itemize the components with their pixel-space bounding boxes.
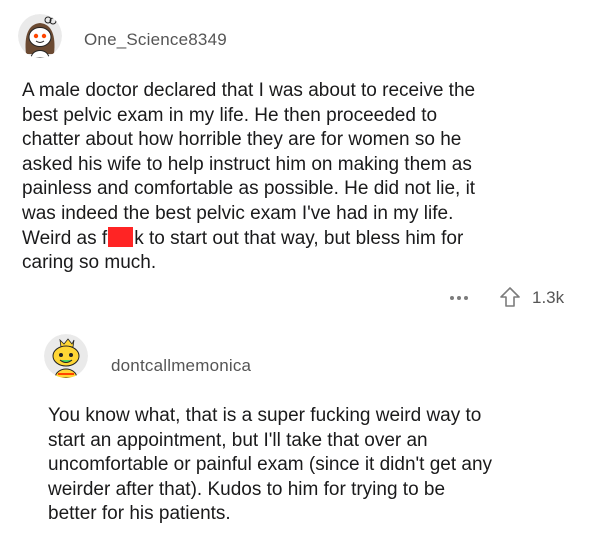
reply-user-avatar[interactable] xyxy=(44,334,88,378)
reply-username[interactable]: dontcallmemonica xyxy=(111,356,251,376)
more-options-button[interactable] xyxy=(447,287,471,307)
reply-body: You know what, that is a super fucking w… xyxy=(48,404,588,527)
censor-block xyxy=(108,226,134,247)
comment-line: best pelvic exam in my life. He then pro… xyxy=(22,104,438,126)
upvote-arrow-icon xyxy=(500,287,520,307)
snoo-avatar-icon xyxy=(18,14,62,58)
user-avatar[interactable] xyxy=(18,14,62,58)
reply-line: You know what, that is a super fucking w… xyxy=(48,405,482,426)
vote-score: 1.3k xyxy=(532,288,565,307)
reply-line: start an appointment, but I'll take that… xyxy=(48,429,428,451)
more-options-icon xyxy=(450,296,468,300)
reply-line: uncomfortable or painful exam (since it … xyxy=(48,454,493,476)
censored-text-after: k to start out that way, but bless him f… xyxy=(134,227,464,249)
comment-actions: 1.3k xyxy=(0,283,599,313)
comment-line-censored: Weird as f k to start out that way, but b… xyxy=(22,226,582,252)
upvote-button[interactable] xyxy=(498,285,522,309)
username[interactable]: One_Science8349 xyxy=(84,30,227,50)
reply-line: weirder after that). Kudos to him for tr… xyxy=(48,478,446,500)
censored-text-before: Weird as f xyxy=(22,227,108,249)
comment-body: A male doctor declared that I was about … xyxy=(22,79,582,276)
comment-line: chatter about how horrible they are for … xyxy=(22,129,462,151)
comment-line: was indeed the best pelvic exam I've had… xyxy=(22,202,454,224)
comment-line: caring so much. xyxy=(22,252,157,274)
comment-line: asked his wife to help instruct him on m… xyxy=(22,153,472,175)
comment-line: painless and comfortable as possible. He… xyxy=(22,178,476,200)
comment-line: A male doctor declared that I was about … xyxy=(22,80,476,101)
snoo-avatar-icon xyxy=(44,334,88,378)
reply-line: better for his patients. xyxy=(48,503,231,525)
